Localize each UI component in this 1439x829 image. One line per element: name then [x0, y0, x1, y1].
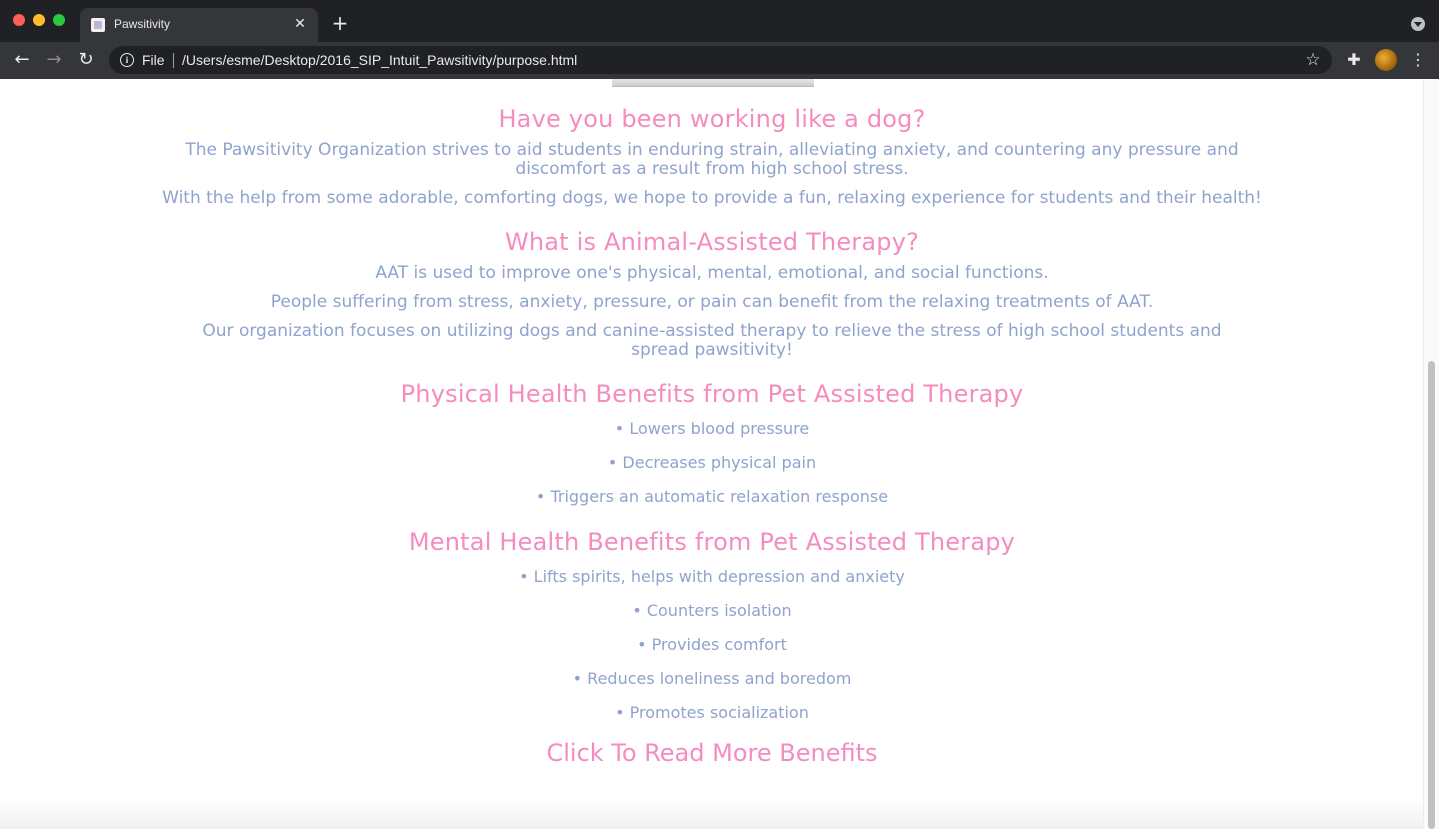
list-item: • Triggers an automatic relaxation respo…: [535, 487, 889, 506]
intro-paragraph-2: With the help from some adorable, comfor…: [162, 188, 1262, 208]
browser-menu-icon[interactable]: ⋮: [1408, 49, 1428, 71]
address-bar[interactable]: i File /Users/esme/Desktop/2016_SIP_Intu…: [109, 46, 1332, 74]
aat-paragraph-3: Our organization focuses on utilizing do…: [202, 321, 1222, 360]
favicon-icon: [91, 18, 105, 32]
list-item: • Lifts spirits, helps with depression a…: [519, 567, 905, 586]
list-item: • Reduces loneliness and boredom: [572, 669, 852, 688]
read-more-benefits-link[interactable]: Click To Read More Benefits: [0, 739, 1424, 767]
page-viewport: Have you been working like a dog? The Pa…: [0, 79, 1439, 829]
list-item: • Promotes socialization: [615, 703, 809, 722]
list-item: • Provides comfort: [637, 635, 787, 654]
aat-paragraph-1: AAT is used to improve one's physical, m…: [375, 263, 1049, 283]
list-item: • Decreases physical pain: [607, 453, 817, 472]
profile-avatar[interactable]: [1375, 49, 1397, 71]
list-item: • Lowers blood pressure: [614, 419, 810, 438]
close-window-button[interactable]: [13, 14, 25, 26]
address-separator: [173, 53, 174, 68]
page-bottom-shade: [0, 799, 1424, 829]
mental-benefits-heading: Mental Health Benefits from Pet Assisted…: [408, 528, 1016, 556]
minimize-window-button[interactable]: [33, 14, 45, 26]
browser-tab-active[interactable]: Pawsitivity ✕: [80, 8, 318, 42]
vertical-scrollbar[interactable]: [1423, 79, 1439, 829]
list-item: • Counters isolation: [632, 601, 792, 620]
maximize-window-button[interactable]: [53, 14, 65, 26]
tab-close-icon[interactable]: ✕: [291, 15, 309, 33]
title-bar: Pawsitivity ✕ +: [0, 0, 1439, 42]
info-icon[interactable]: i: [120, 53, 134, 67]
new-tab-icon[interactable]: +: [330, 13, 350, 33]
aat-heading: What is Animal-Assisted Therapy?: [504, 228, 920, 256]
back-arrow-icon[interactable]: ←: [11, 49, 33, 71]
extensions-puzzle-icon[interactable]: ✚: [1344, 50, 1364, 70]
physical-benefits-heading: Physical Health Benefits from Pet Assist…: [400, 380, 1024, 408]
intro-paragraph-1: The Pawsitivity Organization strives to …: [185, 140, 1239, 179]
forward-arrow-icon[interactable]: →: [43, 49, 65, 71]
browser-toolbar: ← → ↻ i File /Users/esme/Desktop/2016_SI…: [0, 42, 1439, 79]
reload-icon[interactable]: ↻: [75, 49, 97, 71]
hero-image: [612, 79, 814, 87]
scrollbar-thumb[interactable]: [1428, 361, 1435, 829]
tab-title: Pawsitivity: [114, 17, 171, 31]
aat-paragraph-2: People suffering from stress, anxiety, p…: [270, 292, 1154, 312]
bookmark-star-icon[interactable]: ☆: [1303, 50, 1323, 70]
intro-heading: Have you been working like a dog?: [498, 105, 926, 133]
scheme-label: File: [142, 52, 165, 68]
url-text[interactable]: /Users/esme/Desktop/2016_SIP_Intuit_Paws…: [182, 52, 577, 68]
browser-window-chrome: Pawsitivity ✕ + ← → ↻ i File /Users/esme…: [0, 0, 1439, 79]
tab-search-icon[interactable]: [1411, 17, 1425, 31]
